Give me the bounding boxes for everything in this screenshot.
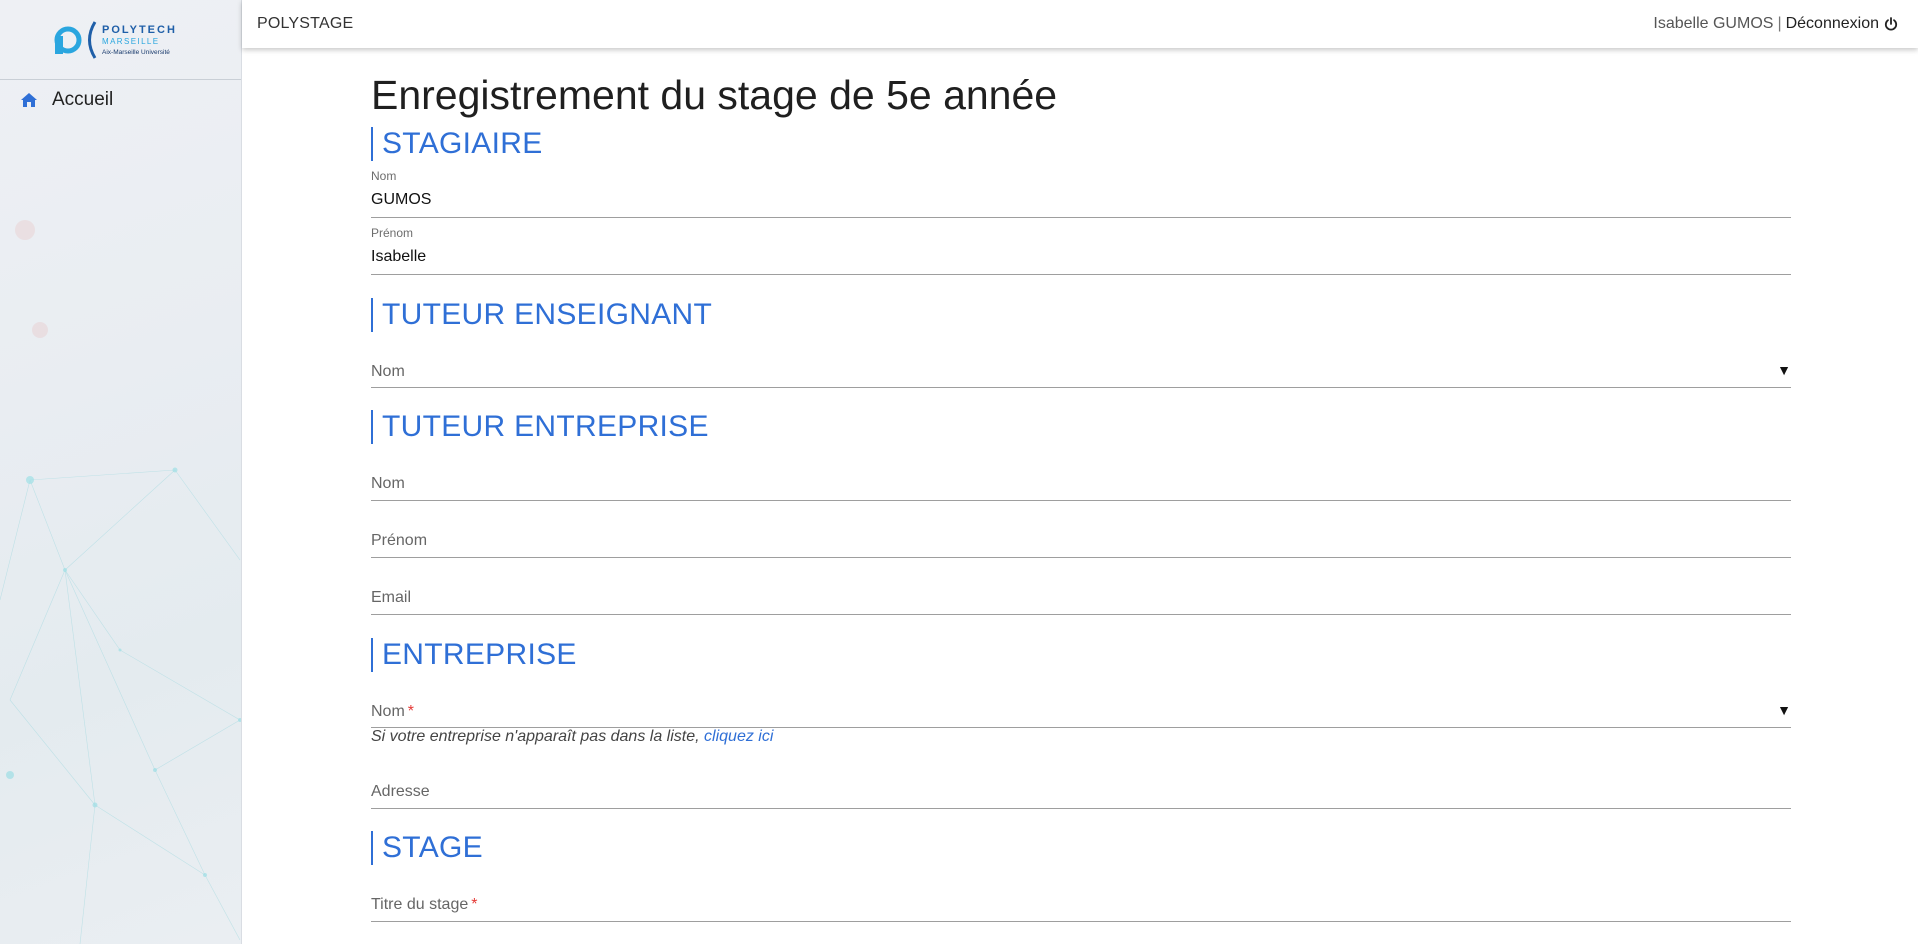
- chevron-down-icon: ▼: [1777, 362, 1791, 378]
- page-title: Enregistrement du stage de 5e année: [371, 72, 1058, 118]
- sidebar-item-accueil[interactable]: Accueil: [0, 82, 241, 118]
- entreprise-nom-label: Nom: [371, 703, 405, 720]
- stagiaire-nom-value: GUMOS: [371, 191, 432, 208]
- logo-word: POLYTECH: [102, 24, 177, 36]
- tuteur-entreprise-nom-placeholder: Nom: [371, 475, 405, 492]
- stage-titre-input[interactable]: Titre du stage *: [371, 884, 1791, 922]
- tuteur-entreprise-email-placeholder: Email: [371, 589, 412, 606]
- entreprise-nom-placeholder: Nom *: [371, 703, 414, 721]
- required-marker: *: [471, 896, 478, 913]
- stage-titre-label: Titre du stage: [371, 896, 469, 913]
- section-title-stage: STAGE: [371, 831, 483, 865]
- entreprise-adresse-input[interactable]: Adresse: [371, 771, 1791, 809]
- tuteur-entreprise-prenom-input[interactable]: Prénom: [371, 520, 1791, 558]
- sidebar-network-background: [0, 220, 241, 944]
- user-area: Isabelle GUMOS | Déconnexion: [1653, 15, 1898, 33]
- stage-titre-placeholder: Titre du stage *: [371, 896, 477, 914]
- user-separator: |: [1777, 15, 1782, 32]
- tuteur-enseignant-nom-placeholder: Nom: [371, 363, 405, 380]
- logo-city: MARSEILLE: [102, 37, 160, 46]
- registration-form: Enregistrement du stage de 5e année STAG…: [371, 68, 1791, 922]
- power-icon: [1884, 17, 1898, 31]
- section-title-entreprise: ENTREPRISE: [371, 638, 577, 672]
- app-name[interactable]: POLYSTAGE: [257, 15, 353, 33]
- polytech-logo[interactable]: POLYTECH MARSEILLE Aix-Marseille Univers…: [0, 0, 241, 80]
- tuteur-entreprise-nom-input[interactable]: Nom: [371, 463, 1791, 501]
- stagiaire-nom-field[interactable]: Nom GUMOS: [371, 169, 1791, 218]
- logo-university: Aix-Marseille Université: [102, 49, 170, 56]
- section-title-stagiaire: STAGIAIRE: [371, 127, 543, 161]
- tuteur-enseignant-select[interactable]: Nom ▼: [371, 350, 1791, 388]
- logout-label: Déconnexion: [1785, 15, 1879, 32]
- section-title-tuteur-enseignant: TUTEUR ENSEIGNANT: [371, 298, 712, 332]
- required-marker: *: [407, 703, 415, 720]
- logout-button[interactable]: Déconnexion: [1786, 15, 1898, 33]
- sidebar: POLYTECH MARSEILLE Aix-Marseille Univers…: [0, 0, 242, 944]
- add-entreprise-link[interactable]: cliquez ici: [704, 728, 773, 745]
- tuteur-entreprise-prenom-placeholder: Prénom: [371, 532, 428, 549]
- stagiaire-prenom-field[interactable]: Prénom Isabelle: [371, 226, 1791, 275]
- entreprise-hint-text: Si votre entreprise n'apparaît pas dans …: [371, 728, 700, 745]
- tuteur-entreprise-email-input[interactable]: Email: [371, 577, 1791, 615]
- chevron-down-icon: ▼: [1777, 702, 1791, 718]
- polytech-logo-mark: POLYTECH MARSEILLE Aix-Marseille Univers…: [54, 20, 177, 59]
- home-icon: [20, 90, 40, 110]
- sidebar-item-label: Accueil: [52, 89, 114, 110]
- top-navbar: POLYSTAGE Isabelle GUMOS | Déconnexion: [242, 0, 1918, 48]
- stagiaire-prenom-label: Prénom: [371, 226, 414, 240]
- entreprise-adresse-placeholder: Adresse: [371, 783, 430, 800]
- user-name: Isabelle GUMOS: [1653, 15, 1774, 32]
- stagiaire-nom-label: Nom: [371, 169, 397, 183]
- section-title-tuteur-entreprise: TUTEUR ENTREPRISE: [371, 410, 709, 444]
- stagiaire-prenom-value: Isabelle: [371, 248, 427, 265]
- entreprise-nom-select[interactable]: Nom * ▼: [371, 690, 1791, 728]
- stagiaire-fields: Nom GUMOS Prénom Isabelle: [371, 169, 1791, 286]
- entreprise-hint: Si votre entreprise n'apparaît pas dans …: [371, 728, 773, 746]
